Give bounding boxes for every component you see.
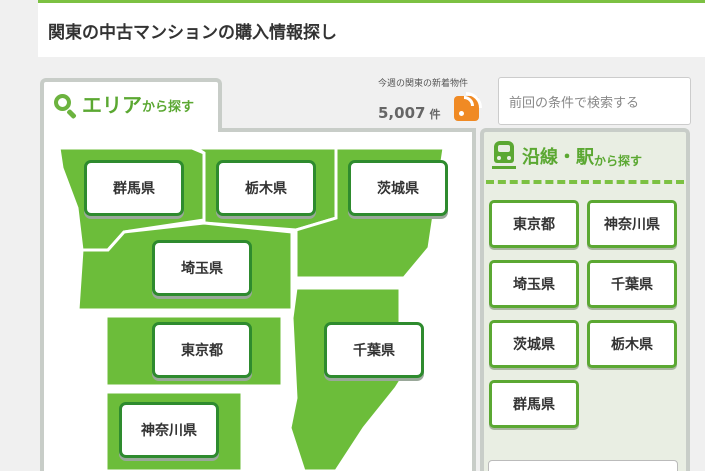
area-button-gunma[interactable]: 群馬県 (84, 160, 184, 216)
area-button-saitama[interactable]: 埼玉県 (152, 240, 252, 296)
page-title: 関東の中古マンションの購入情報探し (48, 23, 337, 43)
line-panel-subtitle: から探す (594, 154, 643, 168)
line-button-kanagawa[interactable]: 神奈川県 (587, 200, 677, 248)
line-button-saitama[interactable]: 埼玉県 (489, 260, 579, 308)
train-icon (492, 141, 516, 171)
line-button-gunma[interactable]: 群馬県 (489, 380, 579, 428)
area-button-tochigi[interactable]: 栃木県 (216, 160, 316, 216)
area-button-kanagawa[interactable]: 神奈川県 (119, 402, 219, 458)
map-region-chiba[interactable] (288, 286, 416, 471)
previous-search-button[interactable]: 前回の条件で検索する (498, 77, 691, 125)
line-button-ibaraki[interactable]: 茨城県 (489, 320, 579, 368)
line-button-tochigi[interactable]: 栃木県 (587, 320, 677, 368)
line-button-tokyo[interactable]: 東京都 (489, 200, 579, 248)
new-listings-number: 5,007 (378, 104, 426, 122)
map-panel-top-border (218, 128, 476, 132)
new-listings-unit: 件 (429, 108, 441, 121)
rss-icon[interactable] (454, 92, 482, 121)
search-icon (52, 92, 78, 120)
tab-area-search[interactable]: エリア から探す (40, 78, 222, 132)
line-panel-title: 沿線・駅 (522, 147, 594, 168)
area-button-chiba[interactable]: 千葉県 (324, 322, 424, 378)
line-button-chiba[interactable]: 千葉県 (587, 260, 677, 308)
area-tab-title: エリア (82, 93, 142, 117)
dashed-divider (486, 180, 684, 184)
area-button-tokyo[interactable]: 東京都 (152, 322, 252, 378)
page-header: 関東の中古マンションの購入情報探し (38, 0, 705, 57)
new-listings-count[interactable]: 5,007 件 (378, 104, 440, 122)
line-station-header: 沿線・駅 から探す (492, 141, 642, 171)
line-panel-bottom-box[interactable] (488, 460, 678, 471)
new-listings-label: 今週の関東の新着物件 (378, 79, 469, 89)
area-tab-subtitle: から探す (142, 100, 195, 115)
area-button-ibaraki[interactable]: 茨城県 (348, 160, 448, 216)
